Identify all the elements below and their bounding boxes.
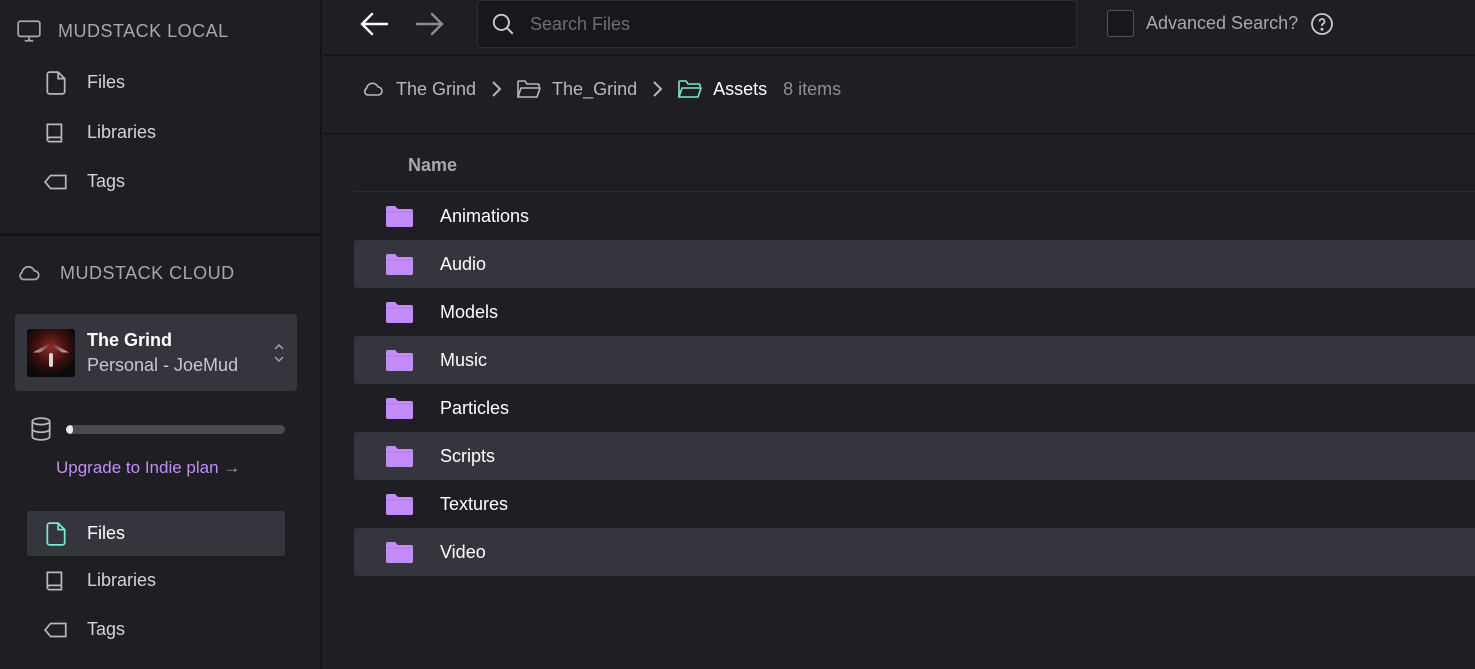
item-count: 8 items <box>783 78 842 99</box>
sidebar-item-label: Tags <box>87 171 126 191</box>
advanced-search: Advanced Search? <box>1107 10 1334 37</box>
monitor-icon <box>17 20 41 42</box>
sidebar-cloud-item-files[interactable]: Files <box>27 511 285 556</box>
breadcrumb-label: The_Grind <box>552 78 638 99</box>
folder-icon <box>386 542 413 563</box>
sidebar-cloud-item-tags[interactable]: Tags <box>27 607 285 652</box>
search-input[interactable] <box>530 13 1050 35</box>
advanced-search-checkbox[interactable] <box>1107 10 1134 37</box>
arrow-right-icon <box>415 12 444 36</box>
table-row[interactable]: Video <box>354 528 1475 576</box>
forward-button[interactable] <box>413 8 447 40</box>
file-name: Textures <box>440 493 509 514</box>
file-name: Models <box>440 301 499 322</box>
file-icon <box>46 70 66 95</box>
project-selector[interactable]: The Grind Personal - JoeMud <box>15 314 297 391</box>
tag-icon <box>44 622 67 637</box>
storage-usage <box>28 416 285 442</box>
breadcrumb-item-project[interactable]: The Grind <box>360 77 476 101</box>
storage-progress-bar <box>66 425 285 434</box>
sidebar-item-label: Tags <box>87 619 126 639</box>
folder-open-icon <box>516 80 542 98</box>
table-row[interactable]: Models <box>354 288 1475 336</box>
book-icon <box>46 570 63 591</box>
breadcrumb-bar: The Grind The_Grind Assets 8 items <box>324 58 1475 135</box>
tag-icon <box>44 174 67 189</box>
file-name: Video <box>440 541 486 562</box>
cloud-icon <box>364 82 383 96</box>
breadcrumb-item-current[interactable]: Assets <box>677 77 767 101</box>
project-logo <box>27 328 75 377</box>
table-row[interactable]: Music <box>354 336 1475 384</box>
file-icon <box>46 521 66 546</box>
back-button[interactable] <box>357 8 391 40</box>
project-name: The Grind <box>87 329 172 350</box>
file-name: Animations <box>440 205 530 226</box>
sidebar-cloud-item-libraries[interactable]: Libraries <box>27 558 285 603</box>
folder-icon <box>386 398 413 419</box>
search-box <box>477 0 1077 48</box>
sidebar-divider <box>0 233 322 236</box>
folder-icon <box>386 446 413 467</box>
breadcrumb-label: Assets <box>713 78 768 99</box>
sidebar-item-label: Libraries <box>87 570 157 590</box>
sidebar-local-item-libraries[interactable]: Libraries <box>27 110 285 155</box>
help-icon[interactable] <box>1310 12 1334 36</box>
book-icon <box>46 122 63 143</box>
project-subtitle: Personal - JoeMud <box>87 354 239 375</box>
sidebar-item-label: Libraries <box>87 122 157 142</box>
file-name: Particles <box>440 397 510 418</box>
chevron-right-icon <box>492 81 502 97</box>
database-icon <box>31 417 51 441</box>
local-heading-label: MUDSTACK LOCAL <box>58 20 229 41</box>
table-row[interactable]: Animations <box>354 192 1475 240</box>
folder-icon <box>386 494 413 515</box>
folder-open-icon <box>677 80 703 98</box>
sidebar-local-item-files[interactable]: Files <box>27 60 285 105</box>
table-row[interactable]: Scripts <box>354 432 1475 480</box>
arrow-left-icon <box>360 12 389 36</box>
chevron-right-icon <box>653 81 663 97</box>
chevron-up-down-icon <box>274 344 284 362</box>
table-row[interactable]: Textures <box>354 480 1475 528</box>
upgrade-plan-link[interactable]: Upgrade to Indie plan → <box>56 458 240 478</box>
top-toolbar: Advanced Search? <box>324 0 1475 56</box>
storage-progress-fill <box>66 425 73 434</box>
table-header: Name <box>354 140 1475 192</box>
folder-icon <box>386 350 413 371</box>
breadcrumb-item-folder[interactable]: The_Grind <box>516 77 637 101</box>
file-name: Scripts <box>440 445 496 466</box>
column-header-name[interactable]: Name <box>408 155 457 176</box>
cloud-section-heading: MUDSTACK CLOUD <box>16 260 235 286</box>
breadcrumb: The Grind The_Grind Assets 8 items <box>360 77 841 101</box>
file-table: Name Animations Audio Models Music Parti… <box>354 140 1475 576</box>
breadcrumb-label: The Grind <box>396 78 477 99</box>
folder-icon <box>386 302 413 323</box>
table-row[interactable]: Audio <box>354 240 1475 288</box>
search-icon <box>492 13 514 35</box>
cloud-heading-label: MUDSTACK CLOUD <box>60 262 235 283</box>
local-section-heading: MUDSTACK LOCAL <box>16 18 229 44</box>
table-row[interactable]: Particles <box>354 384 1475 432</box>
folder-icon <box>386 206 413 227</box>
sidebar-item-label: Files <box>87 523 126 543</box>
file-name: Music <box>440 349 488 370</box>
sidebar-local-item-tags[interactable]: Tags <box>27 159 285 204</box>
advanced-search-label: Advanced Search? <box>1146 13 1299 33</box>
file-name: Audio <box>440 253 487 274</box>
folder-icon <box>386 254 413 275</box>
sidebar: MUDSTACK LOCAL Files Libraries Tags MUDS… <box>0 0 322 669</box>
sidebar-item-label: Files <box>87 72 126 92</box>
cloud-icon <box>19 265 40 281</box>
